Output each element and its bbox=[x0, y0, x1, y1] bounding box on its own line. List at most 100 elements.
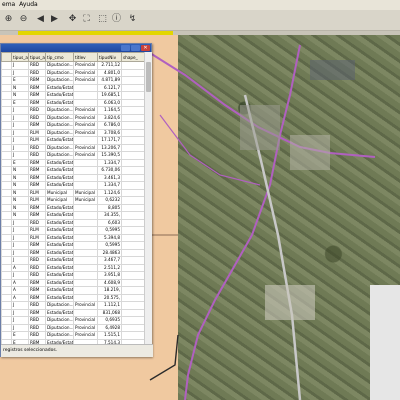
table-cell: N bbox=[11, 203, 29, 212]
window-title-bar[interactable]: ✕ bbox=[1, 44, 151, 52]
table-row[interactable]: J RBM Diputacion... Provincial 6.786,0 bbox=[1, 121, 144, 130]
table-cell: N bbox=[11, 166, 29, 175]
column-header[interactable] bbox=[1, 52, 12, 62]
table-row[interactable]: E RBM Diputacion... Provincial 4.871,89 bbox=[1, 76, 144, 85]
menu-item[interactable]: ema bbox=[2, 1, 15, 8]
select-icon[interactable]: ⬚ bbox=[96, 13, 109, 26]
scrollbar-thumb[interactable] bbox=[146, 62, 151, 92]
table-cell: RBD bbox=[28, 218, 46, 227]
table-cell: J bbox=[11, 248, 29, 257]
table-row[interactable]: NRBMEstado/Estat Estatales/... 6.730,06 bbox=[1, 166, 144, 175]
menu-item[interactable]: Ayuda bbox=[19, 1, 38, 8]
table-row[interactable]: NRBMEstado/Estat Estatales/... 3.461,3 bbox=[1, 173, 144, 182]
industrial-area bbox=[310, 60, 355, 80]
vertical-scrollbar[interactable] bbox=[144, 52, 152, 344]
zoom-out-icon[interactable]: ⊖ bbox=[17, 13, 30, 26]
table-row[interactable]: NRBMEstado/Estat Estatales/... 6.121,7 bbox=[1, 83, 144, 92]
table-cell: RLM bbox=[28, 196, 46, 205]
attribute-table-window[interactable]: ✕ tipus_anttipus_acttip_cmotitlevtipusNi… bbox=[0, 43, 153, 357]
column-header[interactable]: tip_cmo bbox=[45, 52, 74, 62]
table-cell bbox=[73, 173, 98, 182]
table-cell bbox=[1, 91, 12, 100]
table-row[interactable]: NRBMEstado/Estat Estatales/... 8,805 bbox=[1, 203, 144, 212]
table-row[interactable]: J RBD Diputacion... Provincial 3.824,6 bbox=[1, 113, 144, 122]
table-cell: RBD bbox=[28, 256, 46, 265]
table-row[interactable]: JRBDEstado/Estat Estatales/... 6,603 bbox=[1, 218, 144, 227]
table-row[interactable]: ERBMEstado/Estat Estatales/... 1.334,7 bbox=[1, 158, 144, 167]
table-row[interactable]: J RBD Diputacion... Provincial 0,6935 bbox=[1, 316, 144, 325]
table-row[interactable]: JRLMEstado/Estat Estatales/... 5.394,8 bbox=[1, 233, 144, 242]
table-row[interactable]: J RBD Diputacion... Provincial 2.711,12 bbox=[1, 61, 144, 70]
table-row[interactable]: ARBMEstado/Estat Estatales/... 4.608,9 bbox=[1, 278, 144, 287]
table-cell: J bbox=[11, 271, 29, 280]
table-cell: RBD bbox=[28, 323, 46, 332]
table-cell: RBD bbox=[28, 61, 46, 70]
table-cell: Estado/Estat Estatales/... bbox=[45, 256, 74, 265]
table-cell: J bbox=[11, 121, 29, 130]
table-row[interactable]: ARBDEstado/Estat Estatales/... 2.511,2 bbox=[1, 263, 144, 272]
table-row[interactable]: JRLMEstado/Estat Estatales/... 0,5995 bbox=[1, 226, 144, 235]
minimize-button[interactable] bbox=[121, 45, 130, 51]
table-cell bbox=[121, 263, 144, 272]
table-cell bbox=[121, 196, 144, 205]
close-button[interactable]: ✕ bbox=[141, 45, 150, 51]
table-cell: J bbox=[11, 106, 29, 115]
table-cell: J bbox=[11, 233, 29, 242]
table-row[interactable]: JRBDEstado/Estat Estatales/... 3.467,7 bbox=[1, 256, 144, 265]
table-row[interactable]: N RLM Municipal Municipal 0,6232 bbox=[1, 196, 144, 205]
table-row[interactable]: J RBD Diputacion... Provincial 1.164,5 bbox=[1, 106, 144, 115]
table-row[interactable]: N RLM Municipal Municipal 1.124,6 bbox=[1, 188, 144, 197]
table-cell bbox=[73, 218, 98, 227]
zoom-previous-icon[interactable]: ◀ bbox=[34, 13, 47, 26]
column-header[interactable]: tipus_act bbox=[28, 52, 46, 62]
table-row[interactable]: E RBD Diputacion... Provincial 1.515,1 bbox=[1, 331, 144, 340]
table-row[interactable]: NRBMEstado/Estat Estatales/... 1.334,7 bbox=[1, 181, 144, 190]
maximize-button[interactable] bbox=[131, 45, 140, 51]
table-row[interactable]: NRBMEstado/Estat Estatales/... 34.355, bbox=[1, 211, 144, 220]
table-row[interactable]: NRBMEstado/Estat Estatales/... 19.685,1 bbox=[1, 91, 144, 100]
zoom-next-icon[interactable]: ▶ bbox=[48, 13, 61, 26]
table-row[interactable]: J RBD Diputacion... Provincial 15.390,5 bbox=[1, 151, 144, 160]
measure-icon[interactable]: ↯ bbox=[126, 13, 139, 26]
table-cell: 13.206,7 bbox=[97, 143, 122, 152]
table-row[interactable]: ARBMEstado/Estat Estatales/... 18.219, bbox=[1, 286, 144, 295]
table-row[interactable]: J RBD Diputacion... Provincial 1.112,1 bbox=[1, 301, 144, 310]
column-header[interactable]: tipus_ant bbox=[11, 52, 29, 62]
zoom-in-icon[interactable]: ⊕ bbox=[2, 13, 15, 26]
table-cell bbox=[1, 263, 12, 272]
table-cell: 6,4928 bbox=[97, 323, 122, 332]
table-cell: Estado/Estat Estatales/... bbox=[45, 203, 74, 212]
table-row[interactable]: JRBMEstado/Estat Estatales/... 831,068 bbox=[1, 308, 144, 317]
gis-application: ema Ayuda ⊕ ⊖ ◀ ▶ ✥ ⛶ ⬚ ⓘ ↯ ✕ tipus_a ti… bbox=[0, 0, 400, 400]
column-header[interactable]: shape_ bbox=[121, 52, 144, 62]
table-row[interactable]: J RBD Diputacion... Provincial 4.801,0 bbox=[1, 68, 144, 77]
zoom-extent-icon[interactable]: ⛶ bbox=[80, 13, 93, 26]
info-icon[interactable]: ⓘ bbox=[110, 13, 123, 26]
table-row[interactable]: ERBMEstado/Estat Estatales/... 6.063,0 bbox=[1, 98, 144, 107]
pan-icon[interactable]: ✥ bbox=[66, 13, 79, 26]
table-row[interactable]: J RBD Diputacion... Provincial 6,4928 bbox=[1, 323, 144, 332]
table-cell bbox=[121, 188, 144, 197]
table-cell: Estado/Estat Estatales/... bbox=[45, 233, 74, 242]
table-cell: RBM bbox=[28, 98, 46, 107]
table-cell bbox=[1, 301, 12, 310]
table-row[interactable]: ARBMEstado/Estat Estatales/... 20.575, bbox=[1, 293, 144, 302]
column-header[interactable]: titlev bbox=[73, 52, 98, 62]
table-cell: J bbox=[11, 301, 29, 310]
table-cell: 1.515,1 bbox=[97, 331, 122, 340]
table-row[interactable]: JRBMEstado/Estat Estatales/... 28.4863 bbox=[1, 248, 144, 257]
table-cell bbox=[1, 286, 12, 295]
table-cell: A bbox=[11, 263, 29, 272]
table-cell bbox=[1, 278, 12, 287]
column-header[interactable]: tipusNiv bbox=[97, 52, 122, 62]
table-cell: 34.355, bbox=[97, 211, 122, 220]
table-row[interactable]: JRBMEstado/Estat Estatales/... 0,5995 bbox=[1, 241, 144, 250]
table-row[interactable]: J RLM Diputacion... Provincial 3.708,6 bbox=[1, 128, 144, 137]
table-cell: Provincial bbox=[73, 143, 98, 152]
table-row[interactable]: JRBDEstado/Estat Estatales/... 3.951,8 bbox=[1, 271, 144, 280]
table-cell: RLM bbox=[28, 226, 46, 235]
table-row[interactable]: JRLMEstado/Estat Estatales/... 17.171,7 bbox=[1, 136, 144, 145]
table-row[interactable]: J RBD Diputacion... Provincial 13.206,7 bbox=[1, 143, 144, 152]
table-cell bbox=[121, 83, 144, 92]
table-cell: Diputacion... bbox=[45, 151, 74, 160]
